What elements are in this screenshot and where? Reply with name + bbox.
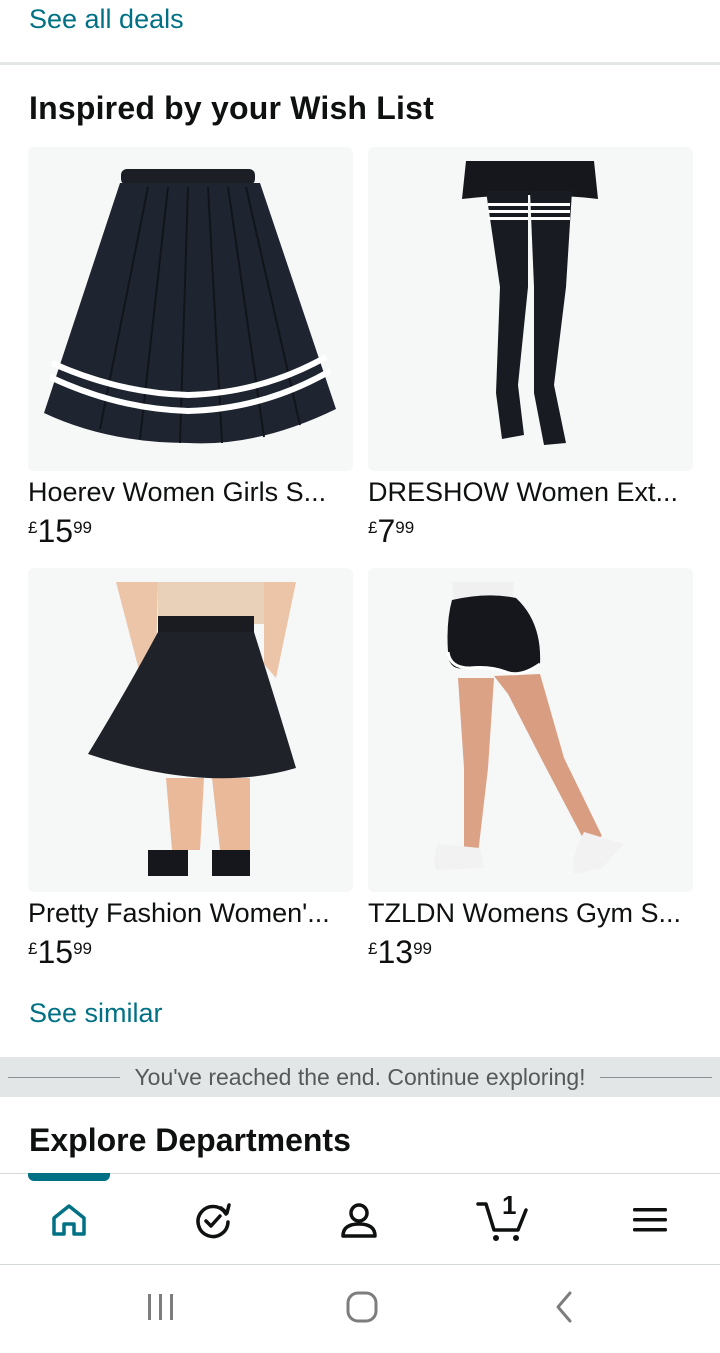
product-card[interactable]: DRESHOW Women Ext... £ 7 99 (368, 147, 693, 554)
divider-line (599, 1076, 713, 1078)
price-whole: 13 (377, 934, 414, 970)
refresh-icon (196, 1203, 231, 1239)
see-all-deals-link[interactable]: See all deals (29, 4, 184, 35)
account-icon (341, 1203, 377, 1238)
price-fraction: 99 (73, 939, 92, 958)
home-button[interactable] (332, 1285, 392, 1329)
product-image[interactable] (368, 147, 693, 471)
product-price: £ 7 99 (368, 514, 693, 554)
home-icon (52, 1204, 86, 1236)
section-title: Inspired by your Wish List (29, 90, 434, 126)
product-card[interactable]: TZLDN Womens Gym S... £ 13 99 (368, 568, 693, 975)
product-price: £ 15 99 (28, 935, 353, 975)
menu-tab[interactable] (620, 1192, 680, 1248)
see-similar-link[interactable]: See similar (29, 998, 163, 1029)
recent-apps-button[interactable] (131, 1285, 191, 1329)
end-of-feed-text: You've reached the end. Continue explori… (134, 1063, 586, 1090)
product-card[interactable]: Pretty Fashion Women'... £ 15 99 (28, 568, 353, 975)
home-tab[interactable] (39, 1192, 99, 1248)
price-fraction: 99 (413, 939, 432, 958)
back-button[interactable] (535, 1285, 595, 1329)
end-of-feed-banner: You've reached the end. Continue explori… (0, 1057, 720, 1097)
price-fraction: 99 (395, 518, 415, 537)
price-currency: £ (368, 939, 378, 958)
divider-line (8, 1076, 121, 1078)
home-circle-icon (346, 1291, 378, 1323)
price-whole: 7 (377, 513, 396, 549)
price-whole: 15 (37, 513, 74, 549)
back-icon (556, 1291, 572, 1323)
system-navigation-bar (0, 1265, 720, 1353)
price-whole: 15 (37, 934, 74, 970)
menu-icon (633, 1208, 667, 1232)
product-title[interactable]: Pretty Fashion Women'... (28, 898, 353, 929)
product-image[interactable] (28, 568, 353, 892)
price-currency: £ (28, 518, 38, 537)
product-image[interactable] (368, 568, 693, 892)
product-image[interactable] (28, 147, 353, 471)
cart-tab[interactable]: 1 (472, 1190, 532, 1248)
product-title[interactable]: Hoerev Women Girls S... (28, 477, 353, 508)
product-title[interactable]: TZLDN Womens Gym S... (368, 898, 693, 929)
active-tab-indicator (28, 1173, 110, 1181)
price-currency: £ (368, 518, 378, 537)
cart-count-badge: 1 (502, 1190, 517, 1220)
price-fraction: 99 (73, 518, 92, 537)
product-price: £ 15 99 (28, 514, 353, 554)
product-card[interactable]: Hoerev Women Girls S... £ 15 99 (28, 147, 353, 554)
bottom-navigation-bar: 1 (0, 1173, 720, 1265)
price-currency: £ (28, 939, 38, 958)
explore-departments-title: Explore Departments (29, 1122, 351, 1158)
refresh-tab[interactable] (183, 1192, 243, 1248)
product-price: £ 13 99 (368, 935, 693, 975)
recent-apps-icon (148, 1294, 173, 1320)
account-tab[interactable] (329, 1192, 389, 1248)
product-title[interactable]: DRESHOW Women Ext... (368, 477, 693, 508)
section-divider (0, 62, 720, 65)
